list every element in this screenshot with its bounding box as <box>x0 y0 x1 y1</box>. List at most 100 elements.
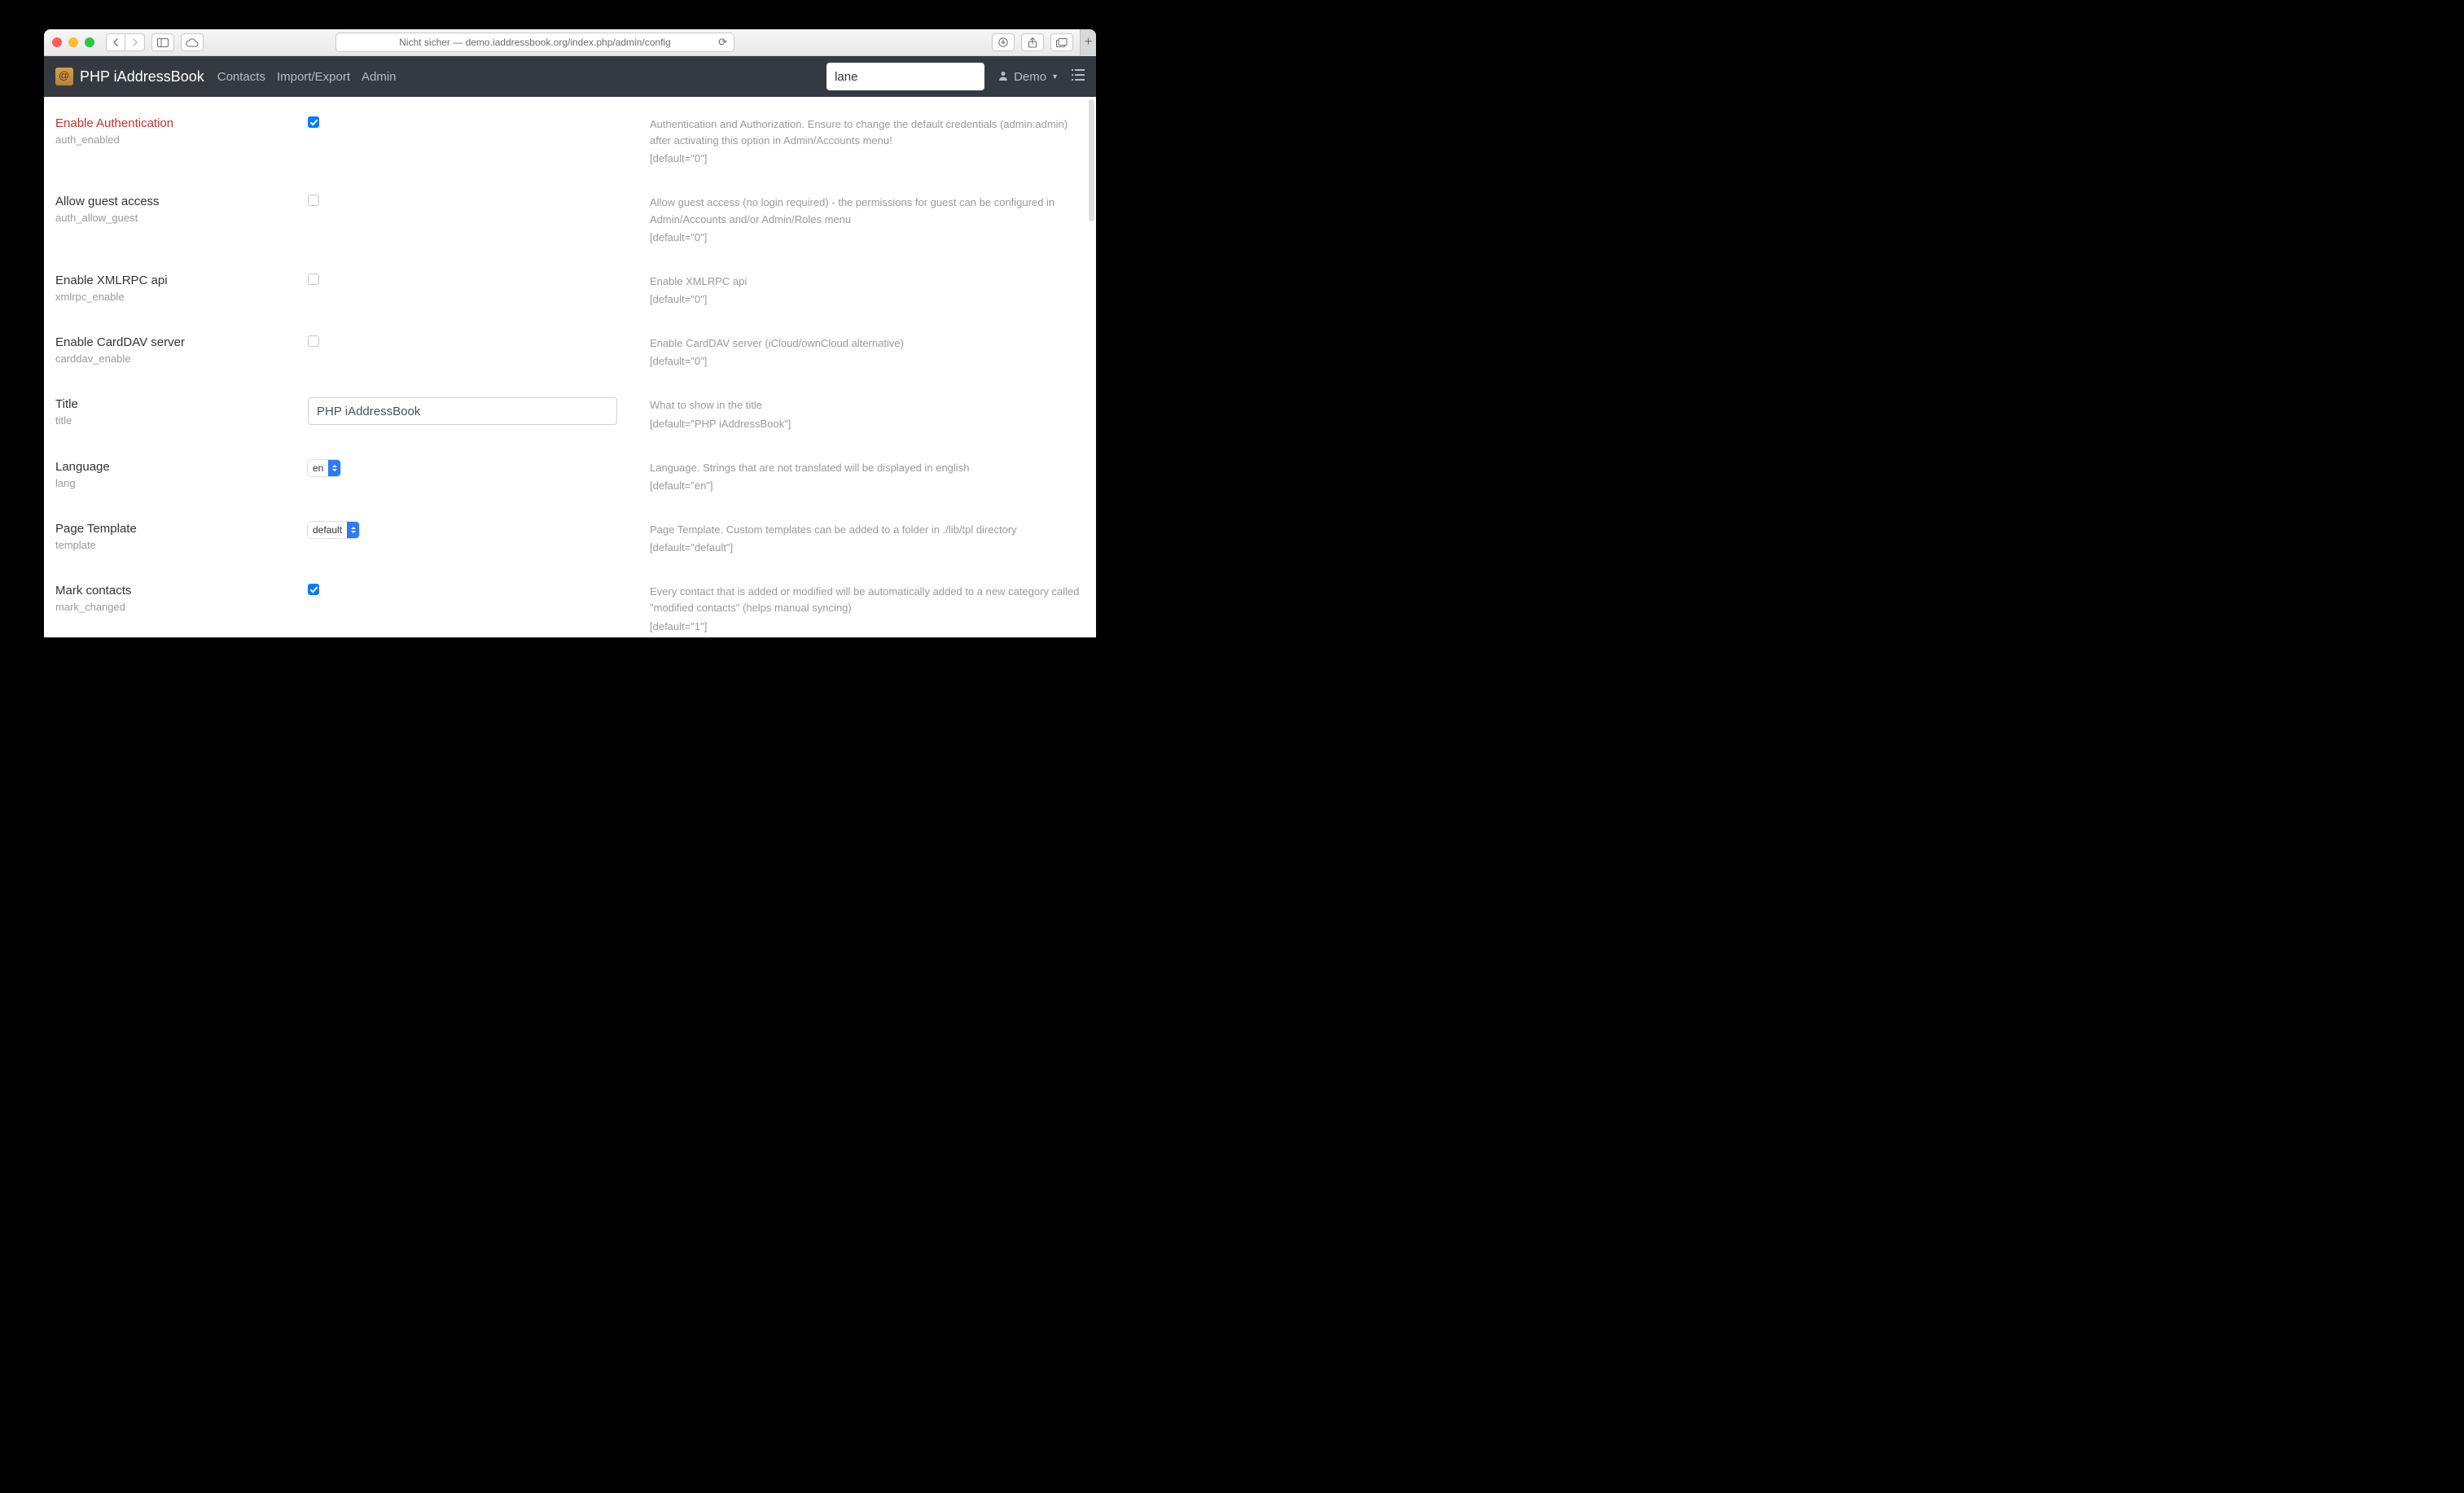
window-minimize-button[interactable] <box>68 37 78 47</box>
forward-button[interactable] <box>125 33 145 51</box>
config-key: xmlrpc_enable <box>55 291 300 303</box>
config-desc-text: Enable XMLRPC api <box>650 275 747 287</box>
config-row-title: Title title What to show in the title[defa… <box>55 397 1085 431</box>
config-input-cell <box>308 195 642 208</box>
config-desc-text: Every contact that is added or modified … <box>650 585 1080 614</box>
config-row-xmlrpc_enable: Enable XMLRPC apixmlrpc_enableEnable XML… <box>55 274 1085 308</box>
config-desc-text: Page Template. Custom templates can be a… <box>650 523 1017 536</box>
browser-window: Nicht sicher — demo.iaddressbook.org/ind… <box>44 29 1096 637</box>
config-key: mark_changed <box>55 601 300 613</box>
config-name: Title <box>55 397 300 411</box>
config-desc-text: Enable CardDAV server (iCloud/ownCloud a… <box>650 337 904 349</box>
config-default: [default="en"] <box>650 478 1085 494</box>
config-input-cell <box>308 116 642 130</box>
config-input-cell <box>308 335 642 349</box>
config-label: Enable XMLRPC api xmlrpc_enable <box>55 274 300 303</box>
config-key: template <box>55 539 300 551</box>
config-description: Language. Strings that are not translate… <box>650 460 1085 494</box>
select-template[interactable]: default <box>308 522 359 538</box>
config-row-mark_changed: Mark contacts mark_changed Every contact t… <box>55 584 1085 634</box>
config-label: Page Template template <box>55 522 300 551</box>
config-default: [default="0"] <box>650 230 1085 246</box>
checkbox-auth_allow_guest[interactable] <box>308 195 319 206</box>
new-tab-button[interactable]: + <box>1080 29 1096 56</box>
user-menu[interactable]: Demo ▼ <box>997 70 1059 84</box>
window-close-button[interactable] <box>52 37 62 47</box>
nav-right: Demo ▼ <box>826 63 1085 90</box>
config-description: Page Template. Custom templates can be a… <box>650 522 1085 556</box>
config-default: [default="0"] <box>650 291 1085 308</box>
config-name: Mark contacts <box>55 584 300 598</box>
select-arrow-icon <box>328 460 340 476</box>
config-input-cell <box>308 274 642 287</box>
reload-icon[interactable]: ⟳ <box>718 36 727 49</box>
nav-contacts[interactable]: Contacts <box>217 70 265 84</box>
select-arrow-icon <box>347 522 359 538</box>
config-description: What to show in the title[default="PHP i… <box>650 397 1085 431</box>
config-default: [default="default"] <box>650 540 1085 556</box>
config-description: Enable CardDAV server (iCloud/ownCloud a… <box>650 335 1085 370</box>
config-name: Page Template <box>55 522 300 536</box>
config-key: carddav_enable <box>55 352 300 365</box>
config-label: Enable Authentication auth_enabled <box>55 116 300 146</box>
select-lang[interactable]: en <box>308 460 340 476</box>
config-default: [default="0"] <box>650 353 1085 370</box>
nav-admin[interactable]: Admin <box>362 70 397 84</box>
user-label: Demo <box>1014 70 1046 84</box>
config-input-cell <box>308 584 642 598</box>
chevron-down-icon: ▼ <box>1051 72 1059 81</box>
app-navbar: PHP iAddressBook Contacts Import/Export … <box>44 56 1096 97</box>
checkbox-xmlrpc_enable[interactable] <box>308 274 319 285</box>
list-view-icon[interactable] <box>1072 68 1085 85</box>
config-name: Enable Authentication <box>55 116 300 130</box>
text-input-title[interactable] <box>308 397 617 425</box>
config-key: auth_allow_guest <box>55 212 300 224</box>
config-description: Allow guest access (no login required) -… <box>650 195 1085 245</box>
nav-links: Contacts Import/Export Admin <box>217 70 397 84</box>
config-row-auth_enabled: Enable Authentication auth_enabled Authent… <box>55 116 1085 167</box>
config-name: Enable CardDAV server <box>55 335 300 349</box>
config-input-cell: default <box>308 522 642 538</box>
config-label: Allow guest accessauth_allow_guest <box>55 195 300 224</box>
config-row-carddav_enable: Enable CardDAV server carddav_enable Enabl… <box>55 335 1085 370</box>
config-default: [default="PHP iAddressBook"] <box>650 416 1085 432</box>
config-label: Languagelang <box>55 460 300 489</box>
checkbox-mark_changed[interactable] <box>308 584 319 595</box>
config-desc-text: Allow guest access (no login required) -… <box>650 196 1054 225</box>
downloads-button[interactable] <box>992 33 1015 51</box>
tabs-button[interactable] <box>1050 33 1073 51</box>
config-description: Authentication and Authorization. Ensure… <box>650 116 1085 167</box>
traffic-lights <box>52 37 94 47</box>
scrollbar-thumb[interactable] <box>1089 99 1094 221</box>
config-desc-text: Language. Strings that are not translate… <box>650 462 969 474</box>
nav-import-export[interactable]: Import/Export <box>277 70 350 84</box>
config-label: Title title <box>55 397 300 427</box>
user-icon <box>997 70 1009 84</box>
chrome-right-buttons <box>992 33 1073 51</box>
url-bar[interactable]: Nicht sicher — demo.iaddressbook.org/ind… <box>335 33 734 52</box>
config-row-auth_allow_guest: Allow guest accessauth_allow_guest Allow … <box>55 195 1085 245</box>
checkbox-auth_enabled[interactable] <box>308 116 319 128</box>
checkbox-carddav_enable[interactable] <box>308 335 319 347</box>
back-button[interactable] <box>106 33 125 51</box>
icloud-button[interactable] <box>181 33 204 51</box>
window-zoom-button[interactable] <box>85 37 94 47</box>
config-input-cell <box>308 397 642 425</box>
sidebar-toggle-button[interactable] <box>151 33 174 51</box>
config-desc-text: Authentication and Authorization. Ensure… <box>650 118 1068 147</box>
config-content[interactable]: Enable Authentication auth_enabled Authent… <box>44 97 1096 637</box>
nav-back-forward <box>106 33 145 51</box>
config-row-lang: Languagelang en Language. Strings that are… <box>55 460 1085 494</box>
config-key: lang <box>55 477 300 489</box>
share-button[interactable] <box>1021 33 1044 51</box>
brand-text: PHP iAddressBook <box>80 68 204 85</box>
config-name: Enable XMLRPC api <box>55 274 300 287</box>
brand[interactable]: PHP iAddressBook <box>55 68 204 85</box>
config-key: title <box>55 414 300 427</box>
search-input[interactable] <box>826 63 984 90</box>
select-value: en <box>308 460 328 476</box>
select-value: default <box>308 522 347 538</box>
config-row-template: Page Template template default Page Templat… <box>55 522 1085 556</box>
config-description: Every contact that is added or modified … <box>650 584 1085 634</box>
config-key: auth_enabled <box>55 134 300 146</box>
